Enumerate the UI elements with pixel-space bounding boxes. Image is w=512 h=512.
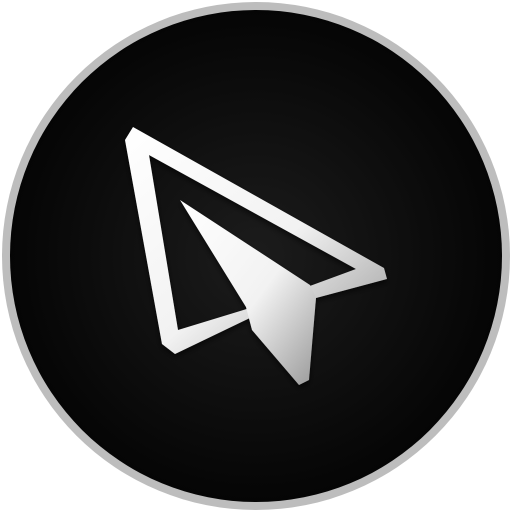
app-icon[interactable] [0,0,512,512]
app-icon-canvas [0,0,512,512]
